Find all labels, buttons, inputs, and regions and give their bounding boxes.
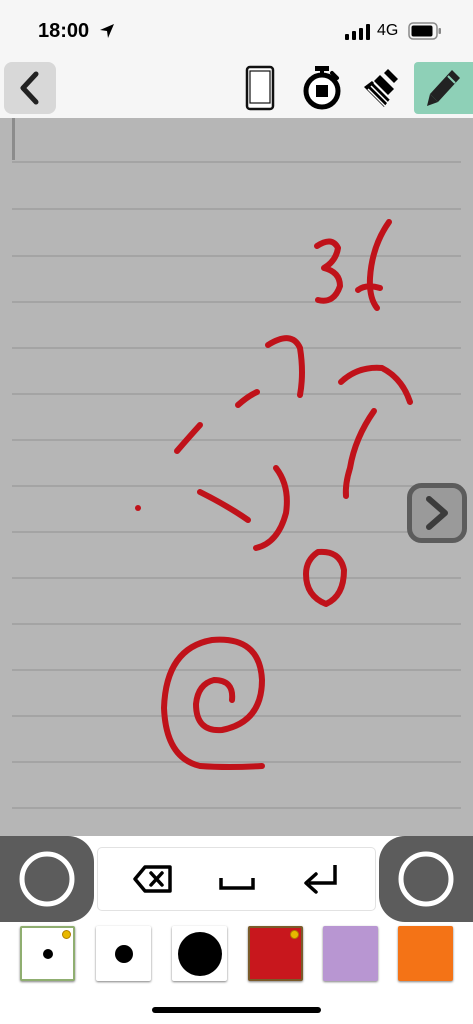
network-label: 4G [377, 22, 399, 39]
phone-icon [245, 65, 275, 111]
toolbar [0, 60, 473, 118]
brush-size-small-swatch[interactable] [20, 926, 75, 981]
space-key[interactable] [212, 856, 262, 902]
backspace-icon [133, 865, 172, 893]
enter-key[interactable] [296, 856, 346, 902]
color-orange-swatch[interactable] [398, 926, 453, 981]
drawing-canvas[interactable] [0, 118, 473, 836]
location-arrow-icon [100, 24, 114, 38]
backspace-key[interactable] [128, 856, 178, 902]
large-dot-icon [177, 931, 222, 976]
keys-panel [98, 848, 375, 910]
space-icon [219, 878, 255, 890]
back-button[interactable] [4, 62, 56, 114]
selected-sun-icon [62, 930, 71, 939]
home-indicator[interactable] [152, 1007, 321, 1013]
next-page-button[interactable] [407, 483, 467, 543]
phone-button[interactable] [234, 62, 286, 114]
notepad-screen: 18:00 4G [0, 0, 473, 1024]
color-red-swatch[interactable] [248, 926, 303, 981]
key-bar [0, 836, 473, 922]
status-bar: 18:00 4G [0, 0, 473, 60]
ring-button-icon [19, 851, 75, 907]
battery-icon [408, 22, 441, 40]
signal-icon [345, 24, 370, 40]
pen-button[interactable] [414, 62, 473, 114]
pencil-icon [426, 70, 460, 106]
clear-button[interactable] [355, 62, 407, 114]
selected-sun-icon [290, 930, 299, 939]
chevron-left-icon [20, 71, 39, 105]
medium-dot-icon [114, 944, 133, 963]
color-purple-swatch[interactable] [323, 926, 378, 981]
left-big-button[interactable] [0, 836, 94, 922]
timer-button[interactable] [296, 62, 348, 114]
right-big-button[interactable] [379, 836, 473, 922]
small-dot-icon [42, 948, 53, 959]
handwriting-strokes [135, 219, 413, 770]
canvas-ruled-lines [12, 118, 461, 809]
broom-icon [364, 69, 398, 107]
brush-size-medium-swatch[interactable] [96, 926, 151, 981]
status-time: 18:00 [38, 20, 90, 42]
brush-palette [0, 922, 473, 992]
return-icon [304, 865, 337, 894]
brush-size-large-swatch[interactable] [172, 926, 227, 981]
stopwatch-icon [303, 66, 341, 110]
ring-button-icon [398, 851, 454, 907]
